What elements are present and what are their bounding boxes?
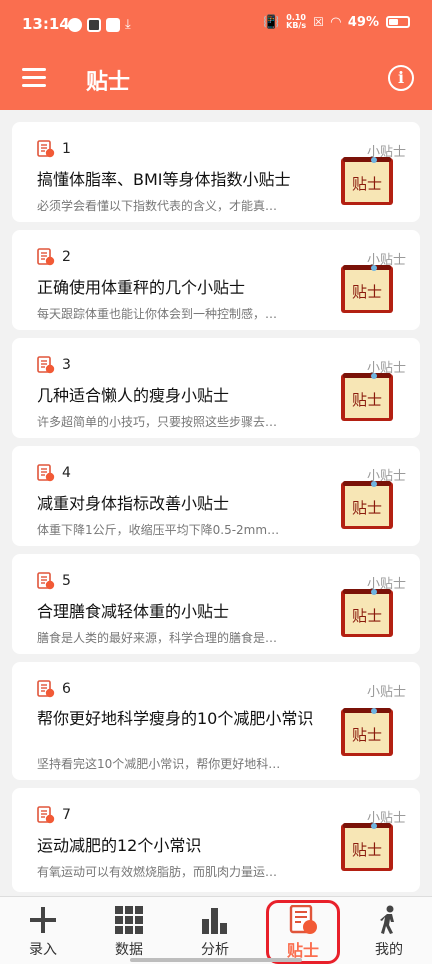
tip-card-5[interactable]: 5 小贴士 合理膳食减轻体重的小贴士 膳食是人类的最好来源，科学合理的膳食是… … [12,554,420,654]
tip-scroll-thumbnail: 贴士 [341,157,393,205]
hamburger-menu-icon[interactable] [22,68,46,90]
tab-data[interactable]: 数据 [86,897,172,964]
sim-off-icon: ☒ [313,15,324,29]
bottom-nav: 录入 数据 分析 贴士 我的 [0,896,432,964]
home-indicator [130,958,302,962]
download-icon: ⤓ [125,17,131,32]
tip-document-icon [37,680,55,698]
tip-number: 4 [62,465,71,481]
battery-icon [386,16,410,28]
net-speed-unit: KB/s [286,21,307,30]
tips-list[interactable]: 1 小贴士 搞懂体脂率、BMI等身体指数小贴士 必须学会看懂以下指数代表的含义，… [0,110,432,896]
tip-description: 每天跟踪体重也能让你体会到一种控制感，… [37,307,278,321]
tip-document-icon [37,806,55,824]
person-walking-icon [380,905,394,934]
tip-card-1[interactable]: 1 小贴士 搞懂体脂率、BMI等身体指数小贴士 必须学会看懂以下指数代表的含义，… [12,122,420,222]
tip-document-icon [37,464,55,482]
wifi-icon: ◠ [330,14,341,30]
tip-title: 正确使用体重秤的几个小贴士 [37,278,246,297]
tip-thumb-label: 贴士 [352,607,382,625]
tab-label: 数据 [115,942,143,958]
tip-number: 2 [62,249,71,265]
tip-description: 必须学会看懂以下指数代表的含义，才能真… [37,199,278,213]
chat-app-icon [106,17,120,32]
tab-label: 我的 [375,942,403,958]
tip-thumb-label: 贴士 [352,391,382,409]
page-title: 贴士 [86,70,131,95]
tab-profile[interactable]: 我的 [346,897,432,964]
tip-number: 6 [62,681,71,697]
tip-title: 合理膳食减轻体重的小贴士 [37,602,230,621]
tip-card-6[interactable]: 6 小贴士 帮你更好地科学瘦身的10个减肥小常识 坚持看完这10个减肥小常识，帮… [12,662,420,780]
tip-card-3[interactable]: 3 小贴士 几种适合懒人的瘦身小贴士 许多超简单的小技巧，只要按照这些步骤去… … [12,338,420,438]
tip-document-icon [37,248,55,266]
tip-document-icon [37,572,55,590]
net-speed: 0.10 KB/s [286,14,306,30]
status-time: 13:14 [22,15,70,33]
tip-thumb-label: 贴士 [352,726,382,744]
tab-label: 录入 [29,942,57,958]
tip-description: 有氧运动可以有效燃烧脂肪，而肌肉力量运… [37,865,278,879]
tip-scroll-thumbnail: 贴士 [341,589,393,637]
tip-number: 3 [62,357,71,373]
tip-thumb-label: 贴士 [352,175,382,193]
video-app-icon [87,17,101,32]
battery-percent: 49% [347,14,379,30]
tip-title: 几种适合懒人的瘦身小贴士 [37,386,230,405]
grid-icon [115,906,143,934]
highlight-box [266,900,340,964]
vibrate-icon: 📳 [262,14,280,30]
tip-number: 1 [62,141,71,157]
tip-title: 减重对身体指标改善小贴士 [37,494,230,513]
plus-icon [30,907,56,933]
tab-record[interactable]: 录入 [0,897,86,964]
tip-category: 小贴士 [366,685,406,700]
bar-chart-icon [202,908,227,934]
tip-thumb-label: 贴士 [352,499,382,517]
notification-icons: ⤓ [68,17,131,32]
tip-title: 运动减肥的12个小常识 [37,836,202,855]
tip-card-7[interactable]: 7 小贴士 运动减肥的12个小常识 有氧运动可以有效燃烧脂肪，而肌肉力量运… 贴… [12,788,420,892]
tip-document-icon [37,140,55,158]
tip-document-icon [37,356,55,374]
tip-scroll-thumbnail: 贴士 [341,823,393,871]
tip-description: 体重下降1公斤，收缩压平均下降0.5-2mm… [37,523,280,537]
tip-card-4[interactable]: 4 小贴士 减重对身体指标改善小贴士 体重下降1公斤，收缩压平均下降0.5-2m… [12,446,420,546]
tab-label: 分析 [201,942,229,958]
status-right: 📳 0.10 KB/s ☒ ◠ 49% [263,14,410,30]
tip-title: 帮你更好地科学瘦身的10个减肥小常识 [37,709,314,728]
tip-number: 7 [62,807,71,823]
tip-title: 搞懂体脂率、BMI等身体指数小贴士 [37,170,291,189]
tip-scroll-thumbnail: 贴士 [341,481,393,529]
tab-analysis[interactable]: 分析 [172,897,258,964]
tip-scroll-thumbnail: 贴士 [341,373,393,421]
tip-scroll-thumbnail: 贴士 [341,265,393,313]
status-bar: 13:14 ⤓ 📳 0.10 KB/s ☒ ◠ 49% [0,0,432,52]
tip-description: 坚持看完这10个减肥小常识，帮你更好地科… [37,757,281,771]
tip-scroll-thumbnail: 贴士 [341,708,393,756]
app-bar: 贴士 i [0,52,432,110]
tip-thumb-label: 贴士 [352,283,382,301]
check-circle-icon [68,17,82,32]
tip-description: 许多超简单的小技巧，只要按照这些步骤去… [37,415,278,429]
tip-number: 5 [62,573,71,589]
tip-description: 膳食是人类的最好来源，科学合理的膳食是… [37,631,278,645]
info-icon[interactable]: i [388,65,414,91]
tip-card-2[interactable]: 2 小贴士 正确使用体重秤的几个小贴士 每天跟踪体重也能让你体会到一种控制感，…… [12,230,420,330]
tip-thumb-label: 贴士 [352,841,382,859]
